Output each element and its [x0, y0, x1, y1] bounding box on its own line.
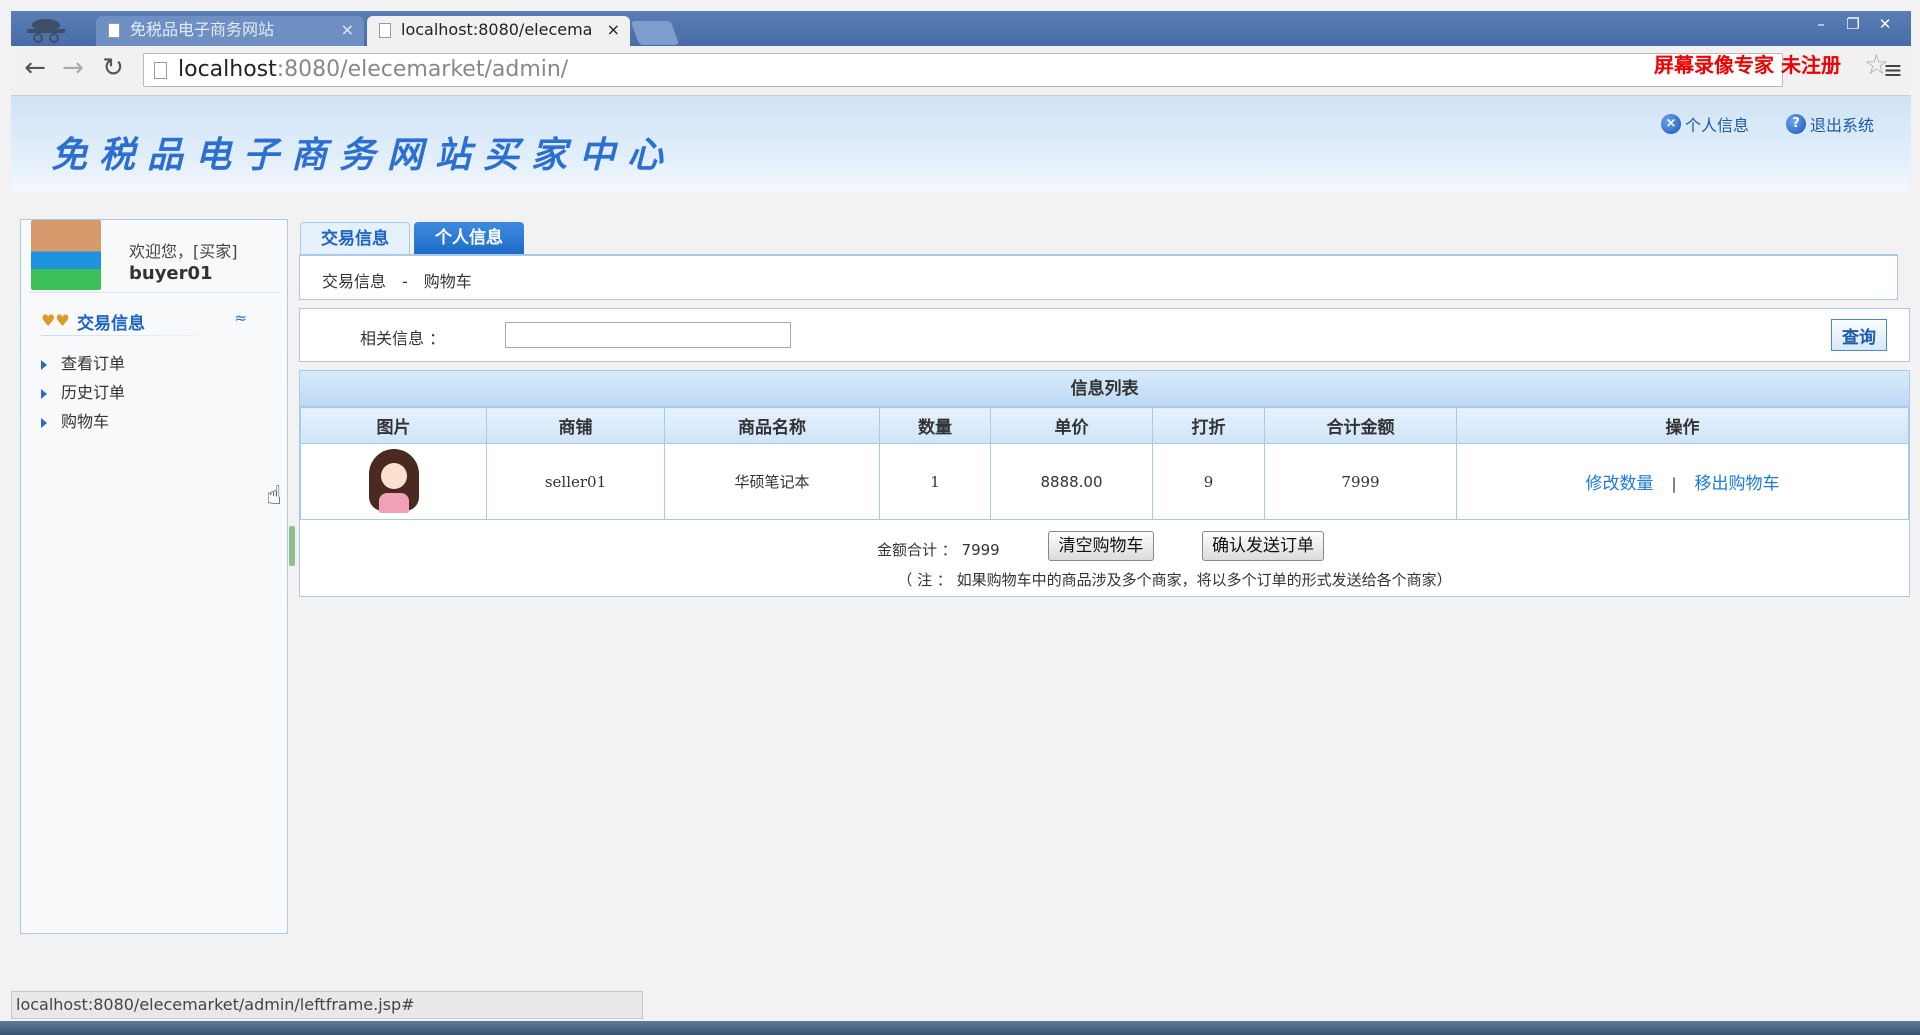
sidebar-item-cart[interactable]: 购物车: [41, 408, 109, 432]
column-header: 操作: [1456, 407, 1909, 444]
total-cell: 7999: [1264, 443, 1457, 520]
breadcrumb: 交易信息 - 购物车: [299, 254, 1898, 300]
avatar: [31, 220, 101, 290]
url-host: localhost: [178, 57, 277, 82]
back-button[interactable]: ←: [21, 54, 49, 82]
window-controls: – ❐ ✕: [1805, 13, 1901, 35]
column-header: 合计金额: [1264, 407, 1457, 444]
divider: [29, 292, 279, 293]
action-separator: |: [1671, 475, 1677, 493]
welcome-text: 欢迎您，[买家]: [129, 242, 238, 261]
product-image-cell: [300, 443, 487, 520]
sidebar: 欢迎您，[买家] buyer01 ♥♥ 交易信息 ≈ 查看订单 历史订单 购物车: [20, 219, 288, 934]
nav-bar: ← → ↻ localhost:8080/elecemarket/admin/ …: [11, 46, 1911, 96]
remove-from-cart-link[interactable]: 移出购物车: [1695, 474, 1780, 494]
hand-cursor-icon: ☝: [266, 481, 282, 511]
frame-splitter-handle[interactable]: [289, 526, 295, 566]
address-bar[interactable]: localhost:8080/elecemarket/admin/: [143, 53, 1783, 87]
tab-personal-info[interactable]: 个人信息: [414, 222, 524, 254]
browser-tab-2[interactable]: localhost:8080/elecema ×: [367, 16, 630, 46]
sidebar-section-header[interactable]: ♥♥ 交易信息 ≈: [41, 309, 271, 334]
confirm-order-button[interactable]: 确认发送订单: [1202, 531, 1324, 561]
search-button[interactable]: 查询: [1831, 319, 1887, 351]
sidebar-item-view-orders[interactable]: 查看订单: [41, 350, 125, 374]
search-panel: 相关信息 ： 查询: [299, 308, 1910, 362]
heart-icon: ♥♥: [41, 311, 70, 330]
browser-tab-1-title: 免税品电子商务网站: [130, 20, 275, 39]
price-cell: 8888.00: [990, 443, 1153, 520]
quantity-cell: 1: [879, 443, 991, 520]
browser-tab-1[interactable]: 免税品电子商务网站 ×: [96, 16, 364, 46]
new-tab-button[interactable]: [630, 21, 680, 45]
total-amount: 金额合计 ： 7999: [877, 541, 1000, 559]
column-header: 数量: [879, 407, 991, 444]
address-url: localhost:8080/elecemarket/admin/: [178, 57, 568, 82]
table-header-row: 图片 商铺 商品名称 数量 单价 打折 合计金额 操作: [300, 407, 1909, 444]
close-window-button[interactable]: ✕: [1869, 13, 1901, 35]
status-bar: localhost:8080/elecemarket/admin/leftfra…: [11, 991, 643, 1019]
breadcrumb-separator: -: [402, 272, 408, 291]
column-header: 单价: [990, 407, 1153, 444]
actions-cell: 修改数量 | 移出购物车: [1456, 443, 1909, 520]
sidebar-item-label: 查看订单: [61, 354, 126, 373]
browser-menu-icon[interactable]: ≡: [1883, 56, 1903, 84]
discount-cell: 9: [1152, 443, 1265, 520]
close-tab-icon[interactable]: ×: [341, 16, 354, 44]
profile-link-label: 个人信息: [1685, 116, 1750, 135]
cart-note: （ 注 ： 如果购物车中的商品涉及多个商家，将以多个订单的形式发送给各个商家）: [897, 571, 1452, 589]
collapse-icon[interactable]: ≈: [234, 309, 247, 327]
list-title: 信息列表: [300, 371, 1909, 407]
page-icon: [154, 62, 167, 79]
cart-summary: 金额合计 ： 7999 清空购物车 确认发送订单 （ 注 ： 如果购物车中的商品…: [300, 525, 1909, 596]
tab-trade-info[interactable]: 交易信息: [300, 222, 410, 254]
column-header: 商铺: [486, 407, 665, 444]
username: buyer01: [129, 263, 213, 284]
os-taskbar: [0, 1021, 1920, 1035]
breadcrumb-text: 交易信息 - 购物车: [322, 268, 472, 292]
site-title: 免税品电子商务网站买家中心: [51, 134, 676, 176]
sidebar-item-label: 历史订单: [61, 383, 126, 402]
reload-button[interactable]: ↻: [99, 54, 127, 82]
product-image[interactable]: [359, 445, 429, 515]
product-name-cell: 华硕笔记本: [664, 443, 880, 520]
x-circle-icon: ×: [1661, 114, 1681, 134]
restore-button[interactable]: ❐: [1837, 13, 1869, 35]
profile-link[interactable]: × 个人信息: [1661, 112, 1749, 136]
close-tab-icon[interactable]: ×: [607, 16, 620, 44]
column-header: 打折: [1152, 407, 1265, 444]
search-label: 相关信息 ：: [360, 329, 446, 348]
minimize-button[interactable]: –: [1805, 13, 1837, 35]
sidebar-item-label: 购物车: [61, 412, 110, 431]
breadcrumb-current: 购物车: [423, 272, 472, 291]
tab-strip: 免税品电子商务网站 × localhost:8080/elecema × – ❐…: [11, 11, 1911, 46]
logout-link-label: 退出系统: [1810, 116, 1875, 135]
sidebar-item-history-orders[interactable]: 历史订单: [41, 379, 125, 403]
forward-button[interactable]: →: [59, 54, 87, 82]
triangle-right-icon: [41, 417, 47, 428]
column-header: 商品名称: [664, 407, 880, 444]
triangle-right-icon: [41, 388, 47, 399]
shop-cell: seller01: [486, 443, 665, 520]
column-header: 图片: [300, 407, 487, 444]
page-icon: [108, 23, 120, 38]
help-circle-icon: ?: [1786, 114, 1806, 134]
page-icon: [379, 23, 391, 38]
edit-quantity-link[interactable]: 修改数量: [1585, 474, 1653, 494]
incognito-icon: [27, 19, 65, 43]
browser-chrome: 免税品电子商务网站 × localhost:8080/elecema × – ❐…: [11, 11, 1911, 96]
browser-tab-2-title: localhost:8080/elecema: [401, 20, 593, 39]
triangle-right-icon: [41, 359, 47, 370]
sidebar-section-title: 交易信息: [77, 314, 145, 334]
url-path: :8080/elecemarket/admin/: [276, 57, 569, 82]
divider: [41, 335, 231, 336]
cart-table: 图片 商铺 商品名称 数量 单价 打折 合计金额 操作 seller01 华硕笔…: [300, 407, 1909, 520]
search-input[interactable]: [505, 322, 791, 348]
recorder-watermark: 屏幕录像专家 未注册: [1654, 53, 1841, 77]
breadcrumb-root: 交易信息: [322, 272, 387, 291]
logout-link[interactable]: ? 退出系统: [1786, 112, 1874, 136]
info-list: 信息列表 图片 商铺 商品名称 数量 单价 打折 合计金额 操作 seller0…: [299, 370, 1910, 597]
page-header: 免税品电子商务网站买家中心 × 个人信息 ? 退出系统: [11, 96, 1911, 192]
clear-cart-button[interactable]: 清空购物车: [1048, 531, 1154, 561]
table-row: seller01 华硕笔记本 1 8888.00 9 7999 修改数量 | 移出购…: [300, 443, 1909, 520]
